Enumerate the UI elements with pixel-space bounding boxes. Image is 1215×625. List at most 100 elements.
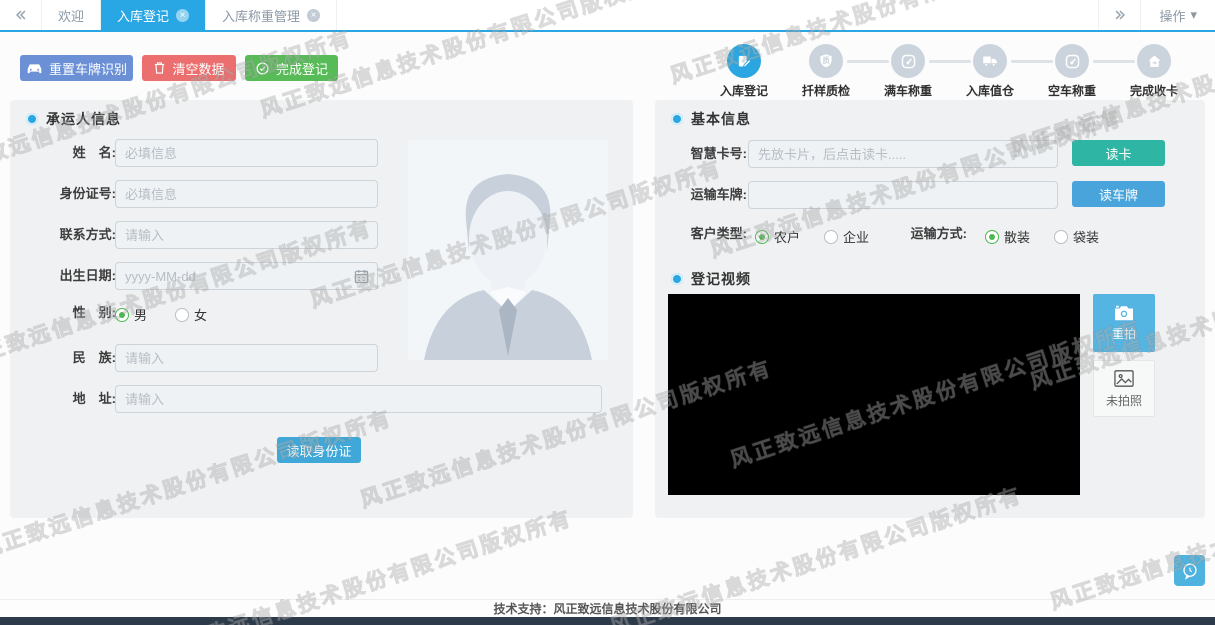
section-bullet-icon bbox=[671, 273, 683, 285]
transport-mode-radio-group: 散装 袋装 bbox=[985, 227, 1099, 246]
process-stepper: 入库登记 质 扦样质检 满车称重 入库值仓 bbox=[703, 44, 1195, 99]
name-input[interactable] bbox=[115, 139, 378, 167]
plate-input[interactable] bbox=[748, 181, 1058, 209]
radio-company[interactable] bbox=[824, 230, 838, 244]
radio-bagged-label[interactable]: 袋装 bbox=[1073, 227, 1099, 246]
picture-icon bbox=[1113, 369, 1135, 388]
birth-date-label: 出生日期: bbox=[46, 262, 116, 290]
radio-male[interactable] bbox=[115, 308, 129, 322]
address-input[interactable] bbox=[115, 385, 602, 413]
car-icon bbox=[26, 61, 43, 75]
id-number-input[interactable] bbox=[115, 180, 378, 208]
edit-document-icon bbox=[727, 44, 761, 78]
home-return-icon bbox=[1137, 44, 1171, 78]
button-label: 重拍 bbox=[1112, 325, 1136, 342]
name-label: 姓 名: bbox=[46, 139, 116, 167]
radio-company-label[interactable]: 企业 bbox=[843, 227, 869, 246]
read-plate-button[interactable]: 读车牌 bbox=[1072, 181, 1165, 207]
contact-label: 联系方式: bbox=[46, 221, 116, 249]
section-title: 基本信息 bbox=[691, 109, 751, 129]
operations-label: 操作 bbox=[1159, 6, 1185, 25]
button-label: 读取身份证 bbox=[286, 441, 351, 460]
footer: 技术支持：风正致远信息技术股份有限公司 bbox=[0, 599, 1215, 617]
chevron-down-icon: ▾ bbox=[1190, 7, 1197, 23]
smart-card-input[interactable] bbox=[748, 140, 1058, 168]
no-photo-placeholder: 未拍照 bbox=[1093, 360, 1155, 417]
chat-bubble-icon bbox=[1180, 561, 1200, 581]
tabs-scroll-right-icon[interactable] bbox=[1098, 0, 1140, 30]
button-label: 重置车牌识别 bbox=[49, 59, 127, 78]
status-label: 未拍照 bbox=[1106, 392, 1142, 409]
plate-label: 运输车牌: bbox=[675, 181, 747, 209]
section-title: 承运人信息 bbox=[46, 109, 121, 129]
button-label: 读车牌 bbox=[1099, 185, 1138, 204]
section-bullet-icon bbox=[26, 113, 38, 125]
gauge-icon bbox=[891, 44, 925, 78]
transport-mode-label: 运输方式: bbox=[887, 224, 967, 244]
tab-welcome[interactable]: 欢迎 bbox=[42, 0, 101, 30]
radio-bagged[interactable] bbox=[1054, 230, 1068, 244]
tab-entry-register[interactable]: 入库登记 × bbox=[101, 0, 206, 30]
service-float-button[interactable] bbox=[1174, 555, 1205, 586]
tab-weighing-management[interactable]: 入库称重管理 × bbox=[206, 0, 337, 30]
gender-label: 性 别: bbox=[46, 299, 116, 327]
reset-plate-recognition-button[interactable]: 重置车牌识别 bbox=[20, 55, 133, 81]
radio-bulk[interactable] bbox=[985, 230, 999, 244]
person-avatar-icon bbox=[408, 140, 608, 360]
id-photo-placeholder bbox=[408, 140, 608, 360]
trash-icon bbox=[153, 61, 166, 75]
tab-label: 入库称重管理 bbox=[222, 6, 300, 25]
quality-shield-icon: 质 bbox=[809, 44, 843, 78]
carrier-info-panel: 承运人信息 姓 名: 身份证号: 联系方式: 出生日期: 性 别: 男 女 民 … bbox=[10, 100, 633, 518]
section-bullet-icon bbox=[671, 113, 683, 125]
birth-date-input[interactable] bbox=[115, 262, 378, 290]
truck-icon bbox=[973, 44, 1007, 78]
ethnicity-input[interactable] bbox=[115, 344, 378, 372]
clear-data-button[interactable]: 清空数据 bbox=[142, 55, 236, 81]
basic-info-panel: 基本信息 智慧卡号: 读卡 运输车牌: 读车牌 客户类型: 农户 企业 运输方式… bbox=[655, 100, 1205, 518]
step-finish-card-collect: 完成收卡 bbox=[1113, 44, 1195, 99]
finish-register-button[interactable]: 完成登记 bbox=[245, 55, 338, 81]
button-label: 完成登记 bbox=[276, 59, 328, 78]
customer-type-radio-group: 农户 企业 bbox=[755, 227, 869, 246]
retake-photo-button[interactable]: 重拍 bbox=[1093, 294, 1155, 352]
svg-text:质: 质 bbox=[822, 56, 829, 65]
tab-bar: 欢迎 入库登记 × 入库称重管理 × 操作 ▾ bbox=[0, 0, 1215, 32]
support-text: 技术支持：风正致远信息技术股份有限公司 bbox=[493, 600, 721, 617]
contact-input[interactable] bbox=[115, 221, 378, 249]
bottom-bar bbox=[0, 617, 1215, 625]
radio-farmer[interactable] bbox=[755, 230, 769, 244]
calendar-icon[interactable] bbox=[354, 269, 369, 284]
camera-icon bbox=[1113, 304, 1135, 322]
step-sampling-inspection: 质 扦样质检 bbox=[785, 44, 867, 99]
step-empty-truck-weighing: 空车称重 bbox=[1031, 44, 1113, 99]
close-tab-icon[interactable]: × bbox=[307, 9, 320, 22]
read-card-button[interactable]: 读卡 bbox=[1072, 140, 1165, 166]
radio-farmer-label[interactable]: 农户 bbox=[774, 227, 800, 246]
tabs-scroll-left-icon[interactable] bbox=[0, 0, 42, 30]
ethnicity-label: 民 族: bbox=[46, 344, 116, 372]
operations-dropdown[interactable]: 操作 ▾ bbox=[1140, 0, 1215, 30]
check-circle-icon bbox=[255, 61, 270, 76]
step-full-truck-weighing: 满车称重 bbox=[867, 44, 949, 99]
radio-female-label[interactable]: 女 bbox=[194, 305, 207, 324]
step-entry-register: 入库登记 bbox=[703, 44, 785, 99]
register-video-feed bbox=[668, 294, 1080, 495]
radio-female[interactable] bbox=[175, 308, 189, 322]
tab-label: 入库登记 bbox=[117, 6, 169, 25]
button-label: 清空数据 bbox=[172, 59, 224, 78]
gauge-icon bbox=[1055, 44, 1089, 78]
section-title: 登记视频 bbox=[691, 269, 751, 289]
radio-bulk-label[interactable]: 散装 bbox=[1004, 227, 1030, 246]
customer-type-label: 客户类型: bbox=[675, 224, 747, 244]
address-label: 地 址: bbox=[46, 385, 116, 413]
id-number-label: 身份证号: bbox=[46, 180, 116, 208]
gender-radio-group: 男 女 bbox=[115, 305, 207, 324]
smart-card-label: 智慧卡号: bbox=[675, 140, 747, 168]
step-storage-bin: 入库值仓 bbox=[949, 44, 1031, 99]
close-tab-icon[interactable]: × bbox=[176, 9, 189, 22]
radio-male-label[interactable]: 男 bbox=[134, 305, 147, 324]
button-label: 读卡 bbox=[1105, 144, 1131, 163]
read-id-card-button[interactable]: 读取身份证 bbox=[277, 437, 361, 463]
tab-label: 欢迎 bbox=[58, 6, 84, 25]
